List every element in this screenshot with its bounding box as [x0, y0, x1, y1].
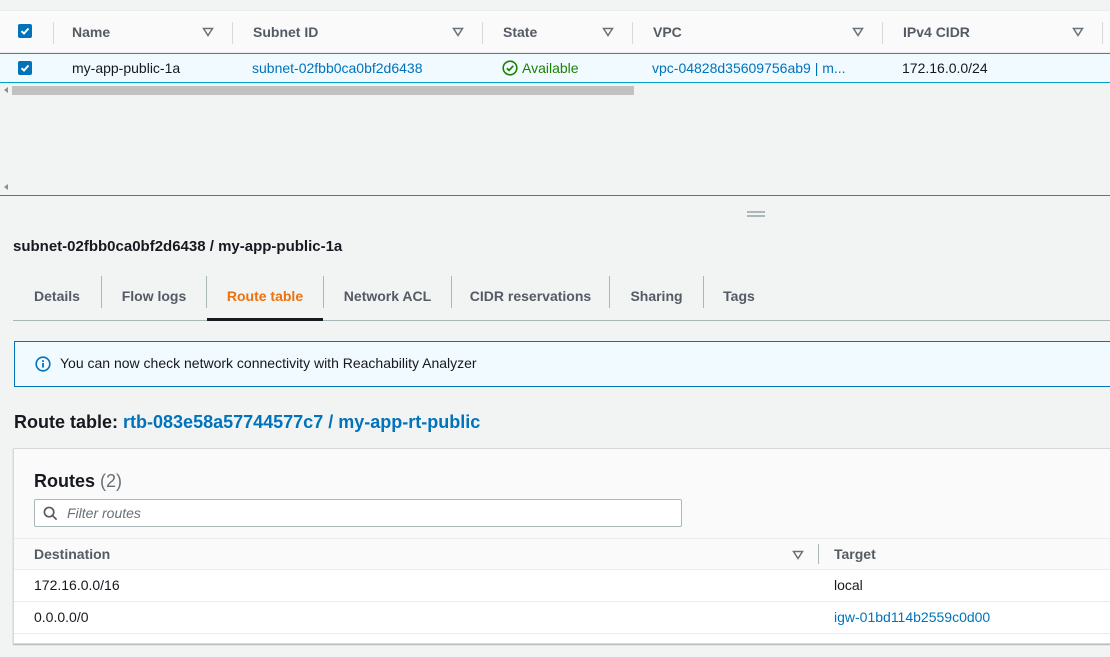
column-header-target[interactable]: Target [834, 546, 876, 562]
route-target-link[interactable]: igw-01bd114b2559c0d00 [834, 609, 990, 625]
column-header-vpc-label: VPC [653, 23, 682, 40]
tab-sharing[interactable]: Sharing [610, 272, 703, 320]
tab-cidr-reservations[interactable]: CIDR reservations [452, 272, 609, 320]
table-row: 172.16.0.0/16 local [14, 570, 1110, 602]
scroll-left-icon[interactable] [4, 87, 8, 93]
routes-container: Routes (2) Destination Target 172.16.0.0… [13, 448, 1110, 644]
tab-flow-logs[interactable]: Flow logs [102, 272, 206, 320]
route-destination: 0.0.0.0/0 [34, 609, 89, 625]
tab-network-acl[interactable]: Network ACL [324, 272, 451, 320]
route-table-heading: Route table: rtb-083e58a57744577c7 / my-… [14, 412, 480, 433]
sort-caret-icon[interactable] [452, 26, 464, 38]
routes-title-label: Routes [34, 471, 96, 491]
tabs-bar: Details Flow logs Route table Network AC… [13, 272, 1110, 321]
tab-details[interactable]: Details [13, 272, 101, 320]
drag-handle-icon[interactable] [747, 211, 765, 217]
table-header-row: Name Subnet ID State VPC IPv4 CIDR [0, 10, 1110, 53]
route-table-link[interactable]: rtb-083e58a57744577c7 / my-app-rt-public [123, 412, 480, 432]
scrollbar-thumb[interactable] [12, 86, 634, 95]
scroll-left-icon[interactable] [4, 184, 8, 190]
select-all-cell [0, 11, 54, 52]
column-header-subnet-id-label: Subnet ID [253, 23, 319, 40]
tab-route-table-label: Route table [226, 288, 304, 304]
column-header-vpc[interactable]: VPC [633, 11, 883, 52]
route-target: local [834, 577, 863, 593]
tab-route-table[interactable]: Route table [207, 272, 323, 321]
column-header-state-label: State [503, 23, 538, 40]
filter-routes-field[interactable] [34, 499, 682, 527]
cell-name: my-app-public-1a [72, 60, 181, 76]
info-icon [35, 356, 51, 372]
cell-vpc-link[interactable]: vpc-04828d35609756ab9 | m... [652, 54, 846, 82]
column-header-ipv4-cidr[interactable]: IPv4 CIDR [883, 11, 1103, 52]
cell-subnet-id-link[interactable]: subnet-02fbb0ca0bf2d6438 [252, 54, 422, 82]
route-table-label: Route table: [14, 412, 119, 432]
table-row[interactable]: my-app-public-1a subnet-02fbb0ca0bf2d643… [0, 53, 1110, 83]
cell-state-label: Available [522, 60, 579, 76]
cell-ipv4-cidr: 172.16.0.0/24 [902, 60, 988, 76]
column-header-state[interactable]: State [483, 11, 633, 52]
horizontal-scrollbar[interactable] [0, 84, 1110, 96]
routes-title: Routes (2) [34, 471, 122, 492]
table-row: 0.0.0.0/0 igw-01bd114b2559c0d00 [14, 602, 1110, 634]
checkbox-checked-icon [20, 27, 30, 35]
sort-caret-icon[interactable] [1072, 26, 1084, 38]
split-panel: subnet-02fbb0ca0bf2d6438 / my-app-public… [0, 196, 1110, 657]
search-icon [43, 506, 58, 521]
filter-routes-input[interactable] [67, 500, 667, 526]
row-checkbox[interactable] [18, 61, 32, 75]
column-header-name-label: Name [72, 23, 111, 40]
routes-count: (2) [100, 471, 123, 491]
column-header-name[interactable]: Name [54, 11, 233, 52]
status-available-icon [502, 60, 518, 76]
cell-state: Available [502, 54, 579, 82]
info-alert: You can now check network connectivity w… [14, 341, 1110, 387]
column-header-destination[interactable]: Destination [34, 546, 110, 562]
sort-caret-icon[interactable] [202, 26, 214, 38]
select-all-checkbox[interactable] [18, 24, 32, 38]
subnets-table: Name Subnet ID State VPC IPv4 CIDR my-ap… [0, 0, 1110, 196]
sort-caret-icon[interactable] [852, 26, 864, 38]
routes-table-header: Destination Target [14, 538, 1110, 570]
column-header-ipv4-cidr-label: IPv4 CIDR [903, 23, 970, 40]
split-panel-title: subnet-02fbb0ca0bf2d6438 / my-app-public… [13, 238, 343, 255]
active-tab-indicator [207, 318, 323, 321]
checkbox-checked-icon [20, 64, 30, 72]
info-alert-text: You can now check network connectivity w… [60, 355, 477, 371]
tab-tags[interactable]: Tags [704, 272, 774, 320]
sort-caret-icon[interactable] [602, 26, 614, 38]
route-destination: 172.16.0.0/16 [34, 577, 120, 593]
sort-caret-icon[interactable] [792, 549, 804, 561]
column-header-subnet-id[interactable]: Subnet ID [233, 11, 483, 52]
